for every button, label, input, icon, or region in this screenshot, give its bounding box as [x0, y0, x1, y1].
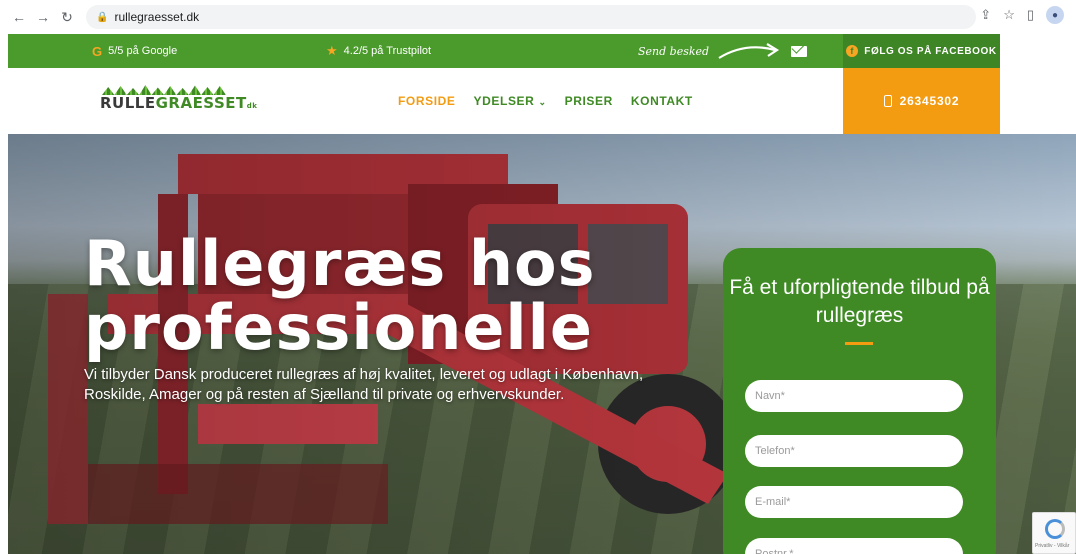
- lock-icon[interactable]: 🔒: [96, 12, 108, 23]
- logo-text-part2: GRAESSET: [155, 94, 247, 112]
- trustpilot-star-icon: ★: [326, 43, 338, 58]
- main-menu: FORSIDE YDELSER ⌄ PRISER KONTAKT: [398, 68, 693, 134]
- recaptcha-badge[interactable]: Privatliv - Vilkår: [1032, 512, 1076, 554]
- curved-arrow-icon: [718, 43, 780, 59]
- hero-title: Rullegræs hos professionelle: [84, 232, 595, 360]
- logo-text: RULLEGRAESSETdk: [100, 94, 257, 112]
- trustpilot-rating[interactable]: ★ 4.2/5 på Trustpilot: [326, 34, 431, 68]
- trustpilot-rating-text: 4.2/5 på Trustpilot: [343, 45, 432, 57]
- menu-item-priser[interactable]: PRISER: [565, 94, 613, 108]
- facebook-label: FØLG OS PÅ FACEBOOK: [864, 45, 997, 57]
- nav-buttons: ← → ↻: [8, 6, 78, 28]
- forward-icon[interactable]: →: [32, 6, 54, 28]
- phone-number: 26345302: [899, 94, 960, 108]
- sidebar-icon[interactable]: ▯: [1027, 7, 1034, 23]
- facebook-button[interactable]: f FØLG OS PÅ FACEBOOK: [843, 34, 1000, 68]
- recaptcha-icon: [1045, 519, 1065, 539]
- phone-field[interactable]: [745, 435, 963, 467]
- menu-item-ydelser[interactable]: YDELSER ⌄: [474, 94, 547, 108]
- chevron-down-icon: ⌄: [538, 97, 547, 107]
- quote-form: Få et uforpligtende tilbud på rullegræs: [723, 248, 996, 554]
- address-bar[interactable]: 🔒 rullegraesset.dk: [86, 5, 976, 29]
- logo-text-part1: RULLE: [100, 94, 156, 112]
- recaptcha-text: Privatliv - Vilkår: [1035, 543, 1070, 549]
- form-title: Få et uforpligtende tilbud på rullegræs: [729, 276, 990, 327]
- logo-suffix: dk: [246, 102, 258, 110]
- browser-toolbar: ← → ↻ 🔒 rullegraesset.dk ⇪ ☆ ▯ ●: [0, 0, 1076, 34]
- name-field[interactable]: [745, 380, 963, 412]
- google-icon: G: [92, 43, 103, 59]
- site-logo[interactable]: RULLEGRAESSETdk: [100, 85, 257, 119]
- send-message-text: Send besked: [638, 44, 710, 58]
- envelope-icon[interactable]: [791, 45, 808, 57]
- menu-item-ydelser-label: YDELSER: [473, 94, 535, 108]
- send-message-link[interactable]: Send besked: [638, 34, 808, 68]
- site-header: RULLEGRAESSETdk FORSIDE YDELSER ⌄ PRISER …: [8, 68, 1000, 134]
- reload-icon[interactable]: ↻: [56, 6, 78, 28]
- email-field[interactable]: [745, 486, 963, 518]
- star-icon[interactable]: ☆: [1003, 7, 1015, 23]
- top-info-bar: G 5/5 på Google ★ 4.2/5 på Trustpilot Se…: [8, 34, 1000, 68]
- profile-icon[interactable]: ●: [1046, 6, 1064, 24]
- phone-button[interactable]: 26345302: [843, 68, 1000, 134]
- back-icon[interactable]: ←: [8, 6, 30, 28]
- url-text: rullegraesset.dk: [114, 10, 200, 24]
- hero-subtitle: Vi tilbyder Dansk produceret rullegræs a…: [84, 366, 644, 403]
- hero-title-line2: professionelle: [84, 291, 593, 364]
- hero-title-line1: Rullegræs hos: [84, 227, 596, 300]
- menu-item-forside[interactable]: FORSIDE: [398, 94, 456, 108]
- phone-icon: [883, 95, 892, 107]
- google-rating-text: 5/5 på Google: [108, 45, 178, 57]
- form-divider: [845, 342, 873, 345]
- browser-actions: ⇪ ☆ ▯ ●: [980, 6, 1064, 24]
- menu-item-kontakt[interactable]: KONTAKT: [631, 94, 693, 108]
- google-rating[interactable]: G 5/5 på Google: [92, 34, 177, 68]
- share-icon[interactable]: ⇪: [980, 7, 991, 23]
- facebook-icon: f: [846, 45, 859, 57]
- postal-code-field[interactable]: [745, 538, 963, 554]
